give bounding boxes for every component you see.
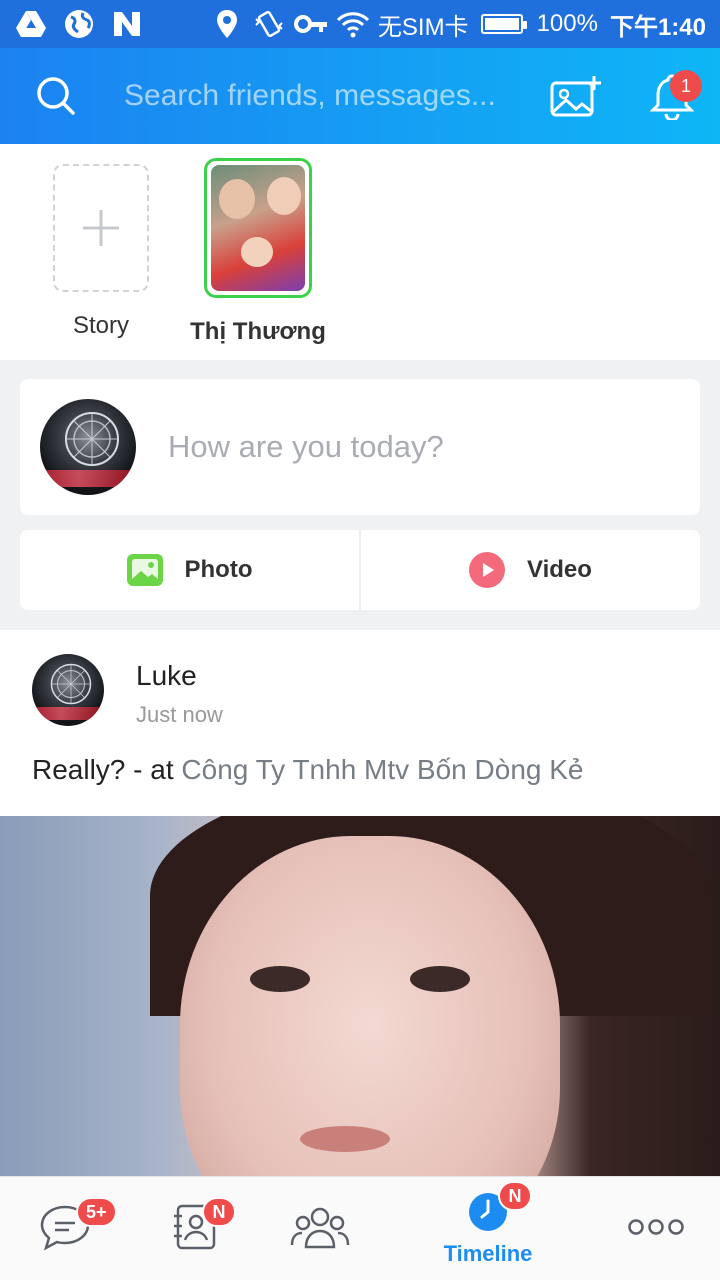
- story-thumbnail[interactable]: [204, 158, 312, 298]
- stories-row: Story Thị Thương: [0, 144, 720, 360]
- ferris-wheel-image: [65, 412, 119, 466]
- video-button[interactable]: Video: [361, 530, 700, 610]
- nav-groups[interactable]: [285, 1177, 355, 1280]
- post-body: Really? - at: [32, 754, 182, 785]
- image-eye-left: [250, 966, 310, 992]
- image-face: [180, 836, 560, 1176]
- post-image[interactable]: [0, 816, 720, 1176]
- video-icon: [469, 552, 506, 588]
- photo-button[interactable]: Photo: [20, 530, 361, 610]
- nav-more[interactable]: [620, 1177, 692, 1280]
- more-icon: [626, 1217, 686, 1242]
- video-label: Video: [527, 556, 592, 583]
- image-lips: [300, 1126, 390, 1152]
- add-story-box[interactable]: [53, 164, 149, 292]
- time-text: 下午1:40: [609, 13, 706, 41]
- contacts-badge: N: [202, 1197, 236, 1227]
- ferris-wheel-image: [50, 663, 92, 705]
- story-label: Thị Thương: [190, 318, 326, 345]
- status-composer[interactable]: How are you today?: [20, 379, 700, 515]
- add-story[interactable]: Story: [16, 158, 186, 340]
- photo-icon: [126, 554, 163, 586]
- vpn-key-icon: [293, 7, 328, 41]
- wifi-icon: [336, 7, 370, 41]
- battery-text: 100%: [536, 10, 598, 37]
- battery-icon: [480, 14, 527, 34]
- post-avatar[interactable]: [32, 654, 104, 726]
- post-text: Really? - at Công Ty Tnhh Mtv Bốn Dòng K…: [32, 754, 584, 786]
- app-header: 1: [0, 48, 720, 144]
- vibrate-icon: [252, 7, 286, 41]
- location-icon: [210, 7, 244, 41]
- composer-actions: Photo Video: [20, 530, 700, 610]
- timeline-badge: N: [498, 1181, 532, 1211]
- carrier-text: 无SIM卡: [377, 13, 469, 41]
- drive-icon: [14, 7, 48, 41]
- globe-icon: [62, 7, 96, 41]
- status-bar: 无SIM卡 100% 下午1:40: [0, 0, 720, 48]
- n-logo-icon: [110, 7, 144, 41]
- image-eye-right: [410, 966, 470, 992]
- post-location-link[interactable]: Công Ty Tnhh Mtv Bốn Dòng Kẻ: [181, 754, 583, 785]
- post-time: Just now: [136, 702, 223, 727]
- story-label: Story: [72, 312, 129, 339]
- groups-icon: [290, 1205, 350, 1254]
- avatar: [40, 399, 136, 495]
- feed-post: Luke Just now Really? - at Công Ty Tnhh …: [0, 630, 720, 1176]
- timeline-label: Timeline: [443, 1240, 533, 1266]
- search-input[interactable]: [124, 66, 524, 126]
- composer-prompt[interactable]: How are you today?: [168, 429, 444, 465]
- messages-badge: 5+: [76, 1197, 117, 1227]
- photo-label: Photo: [184, 556, 253, 583]
- search-icon[interactable]: [36, 76, 76, 116]
- add-photo-icon[interactable]: [550, 74, 602, 118]
- nav-messages[interactable]: [30, 1177, 100, 1280]
- bottom-nav: 5+ N Timeline N: [0, 1176, 720, 1280]
- story-item[interactable]: Thị Thương: [173, 158, 343, 346]
- notification-badge: 1: [670, 70, 702, 102]
- nav-contacts[interactable]: [160, 1177, 230, 1280]
- post-author[interactable]: Luke: [136, 660, 197, 692]
- plus-icon: [83, 210, 119, 246]
- story-photo: [211, 165, 305, 291]
